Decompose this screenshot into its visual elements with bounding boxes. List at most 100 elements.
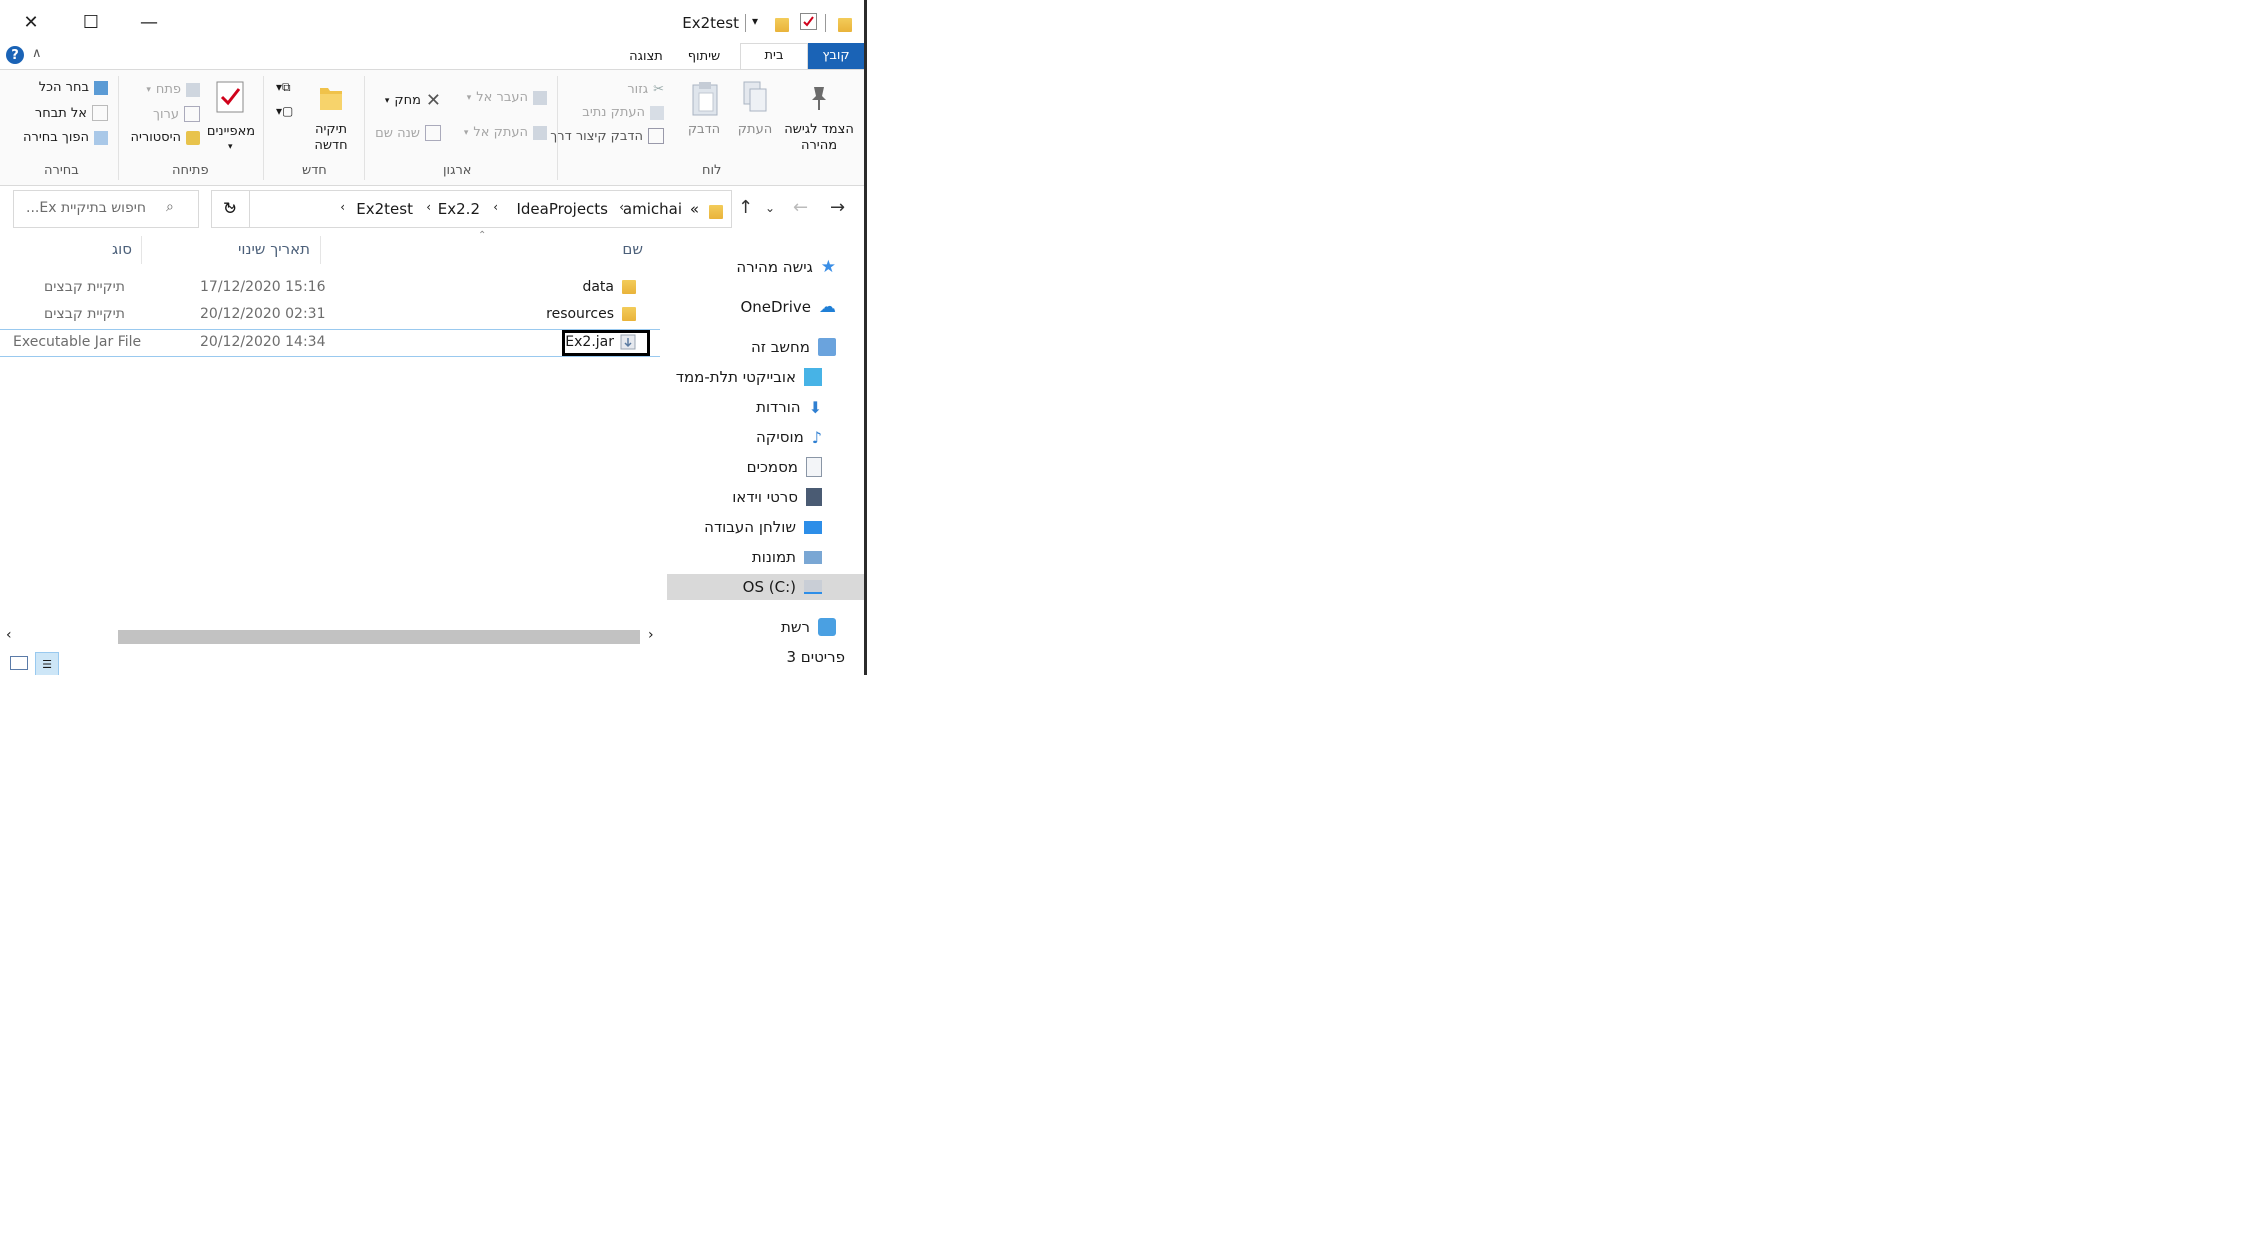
tab-home[interactable]: בית [740,43,808,70]
breadcrumb-ex22[interactable]: Ex2.2 [438,200,480,218]
address-bar[interactable]: « amichai ‹ IdeaProjects ‹ Ex2.2 ‹ Ex2te… [211,190,732,228]
new-folder-icon [318,82,344,116]
file-row-selected[interactable]: Ex2.jar 20/12/2020 14:34 Executable Jar … [0,329,660,357]
copy-path-button[interactable]: העתק נתיב [582,105,664,120]
ribbon-tabs: קובץ בית שיתוף תצוגה [0,41,864,70]
group-label-organize: ארגון [443,163,472,178]
forward-button[interactable]: ← [793,190,808,226]
tab-file[interactable]: קובץ [808,43,864,69]
recent-dropdown-icon[interactable]: ⌄ [765,190,775,226]
back-button[interactable]: → [830,190,845,226]
easy-access-button[interactable]: ▾▢ [276,104,293,118]
breadcrumb-amichai[interactable]: amichai [623,200,682,218]
search-box[interactable]: ⌕ ...Ex חיפוש בתיקיית [13,190,199,228]
copy-to-button[interactable]: ▾ העתק אל [464,125,547,140]
column-divider [320,236,321,264]
select-all-icon [94,80,108,95]
new-folder-button[interactable]: תיקיה חדשה [308,122,354,154]
jar-file-icon [620,334,636,354]
breadcrumb-overflow[interactable]: « [690,200,699,218]
qat-dropdown-icon[interactable]: ▾ [752,14,758,28]
refresh-button[interactable]: ↻ [211,190,250,228]
group-label-select: בחירה [44,163,79,178]
folder-icon [622,279,636,295]
column-header-type[interactable]: סוג [112,240,132,258]
copy-icon [740,80,770,120]
ribbon: הצמד לגישה מהירה העתק הדבק גזור ✂ העתק נת… [0,69,864,186]
nav-item-downloads[interactable]: הורדות ⬇ [756,394,822,420]
large-icons-view-icon[interactable] [10,656,28,670]
nav-item-quick-access[interactable]: גישה מהירה ★ [736,254,836,280]
delete-label: מחק [394,93,421,108]
tab-share[interactable]: שיתוף [678,45,730,69]
paste-shortcut-icon [648,128,664,144]
file-row[interactable]: data 17/12/2020 15:16 תיקיית קבצים [0,275,660,301]
up-button[interactable]: ↑ [738,190,753,226]
file-explorer-window: ✕ ☐ — Ex2test ▾ ? ∧ קובץ בית שיתוף תצוגה… [0,0,867,675]
film-icon [806,488,822,506]
nav-item-pictures[interactable]: תמונות [752,544,822,570]
file-row[interactable]: resources 20/12/2020 02:31 תיקיית קבצים [0,302,660,328]
open-button[interactable]: ▾ פתח [146,82,200,97]
select-all-label: בחר הכל [38,80,89,95]
rename-button[interactable]: שנה שם [375,125,441,141]
delete-button[interactable]: ▾ מחק ✕ [385,90,441,111]
column-header-name[interactable]: שם [622,240,643,258]
nav-item-os-c[interactable]: OS (C:) [667,574,864,600]
cloud-icon: ☁ [819,297,836,317]
tab-view[interactable]: תצוגה [620,45,672,69]
breadcrumb-separator: ‹ [426,200,431,214]
copy-to-icon [533,125,547,140]
maximize-button[interactable]: ☐ [68,6,114,38]
open-label: פתח [155,82,181,97]
history-label: היסטוריה [130,130,181,145]
breadcrumb-ideaprojects[interactable]: IdeaProjects [516,200,608,218]
paste-shortcut-button[interactable]: הדבק קיצור דרך [550,128,664,144]
qat-folder-icon[interactable] [775,14,789,33]
title-separator [745,14,746,32]
cut-button[interactable]: גזור ✂ [627,82,664,97]
details-view-icon[interactable]: ☰ [35,652,59,675]
copy-button[interactable]: העתק [735,122,775,138]
nav-item-this-pc[interactable]: מחשב זה [751,334,836,360]
computer-icon [818,338,836,356]
properties-button[interactable]: מאפיינים [206,124,256,140]
close-button[interactable]: ✕ [8,6,54,38]
nav-item-desktop[interactable]: שולחן העבודה [704,514,822,540]
paste-button[interactable]: הדבק [686,122,722,138]
cube-icon [804,368,822,386]
delete-icon: ✕ [425,90,441,111]
group-separator [557,76,558,180]
select-none-button[interactable]: אל תבחר [35,105,108,121]
nav-label: סרטי וידאו [732,488,798,506]
file-name: resources [546,306,614,322]
scroll-right-arrow-icon[interactable]: › [648,627,654,643]
breadcrumb-ex2test[interactable]: Ex2test [356,200,413,218]
title-bar: ✕ ☐ — Ex2test ▾ [0,0,864,44]
minimize-button[interactable]: — [126,6,172,38]
rename-label: שנה שם [375,125,420,141]
edit-icon [184,106,200,122]
horizontal-scroll-thumb[interactable] [118,630,640,644]
nav-item-network[interactable]: רשת [781,614,836,640]
select-all-button[interactable]: בחר הכל [39,80,108,95]
nav-item-documents[interactable]: מסמכים [747,454,822,480]
nav-label: גישה מהירה [736,258,813,276]
nav-item-3d-objects[interactable]: אובייקטי תלת-ממד [676,364,822,390]
file-modified: 20/12/2020 02:31 [200,306,326,322]
nav-item-music[interactable]: מוסיקה ♪ [756,424,822,450]
properties-dropdown-icon[interactable]: ▾ [228,142,233,152]
nav-item-videos[interactable]: סרטי וידאו [732,484,822,510]
scroll-left-arrow-icon[interactable]: ‹ [6,627,12,643]
horizontal-scrollbar[interactable]: ‹ › [0,627,662,645]
invert-selection-button[interactable]: הפוך בחירה [23,130,108,145]
nav-item-onedrive[interactable]: OneDrive ☁ [740,294,836,320]
column-header-modified[interactable]: תאריך שינוי [238,240,310,258]
edit-button[interactable]: ערוך [153,106,200,122]
history-button[interactable]: היסטוריה [130,130,200,145]
nav-label: הורדות [756,398,801,416]
new-item-button[interactable]: ▾⧉ [276,80,291,95]
pin-quick-access-button[interactable]: הצמד לגישה מהירה [782,122,856,154]
move-to-button[interactable]: ▾ העבר אל [467,90,547,105]
qat-properties-icon[interactable] [800,13,817,30]
